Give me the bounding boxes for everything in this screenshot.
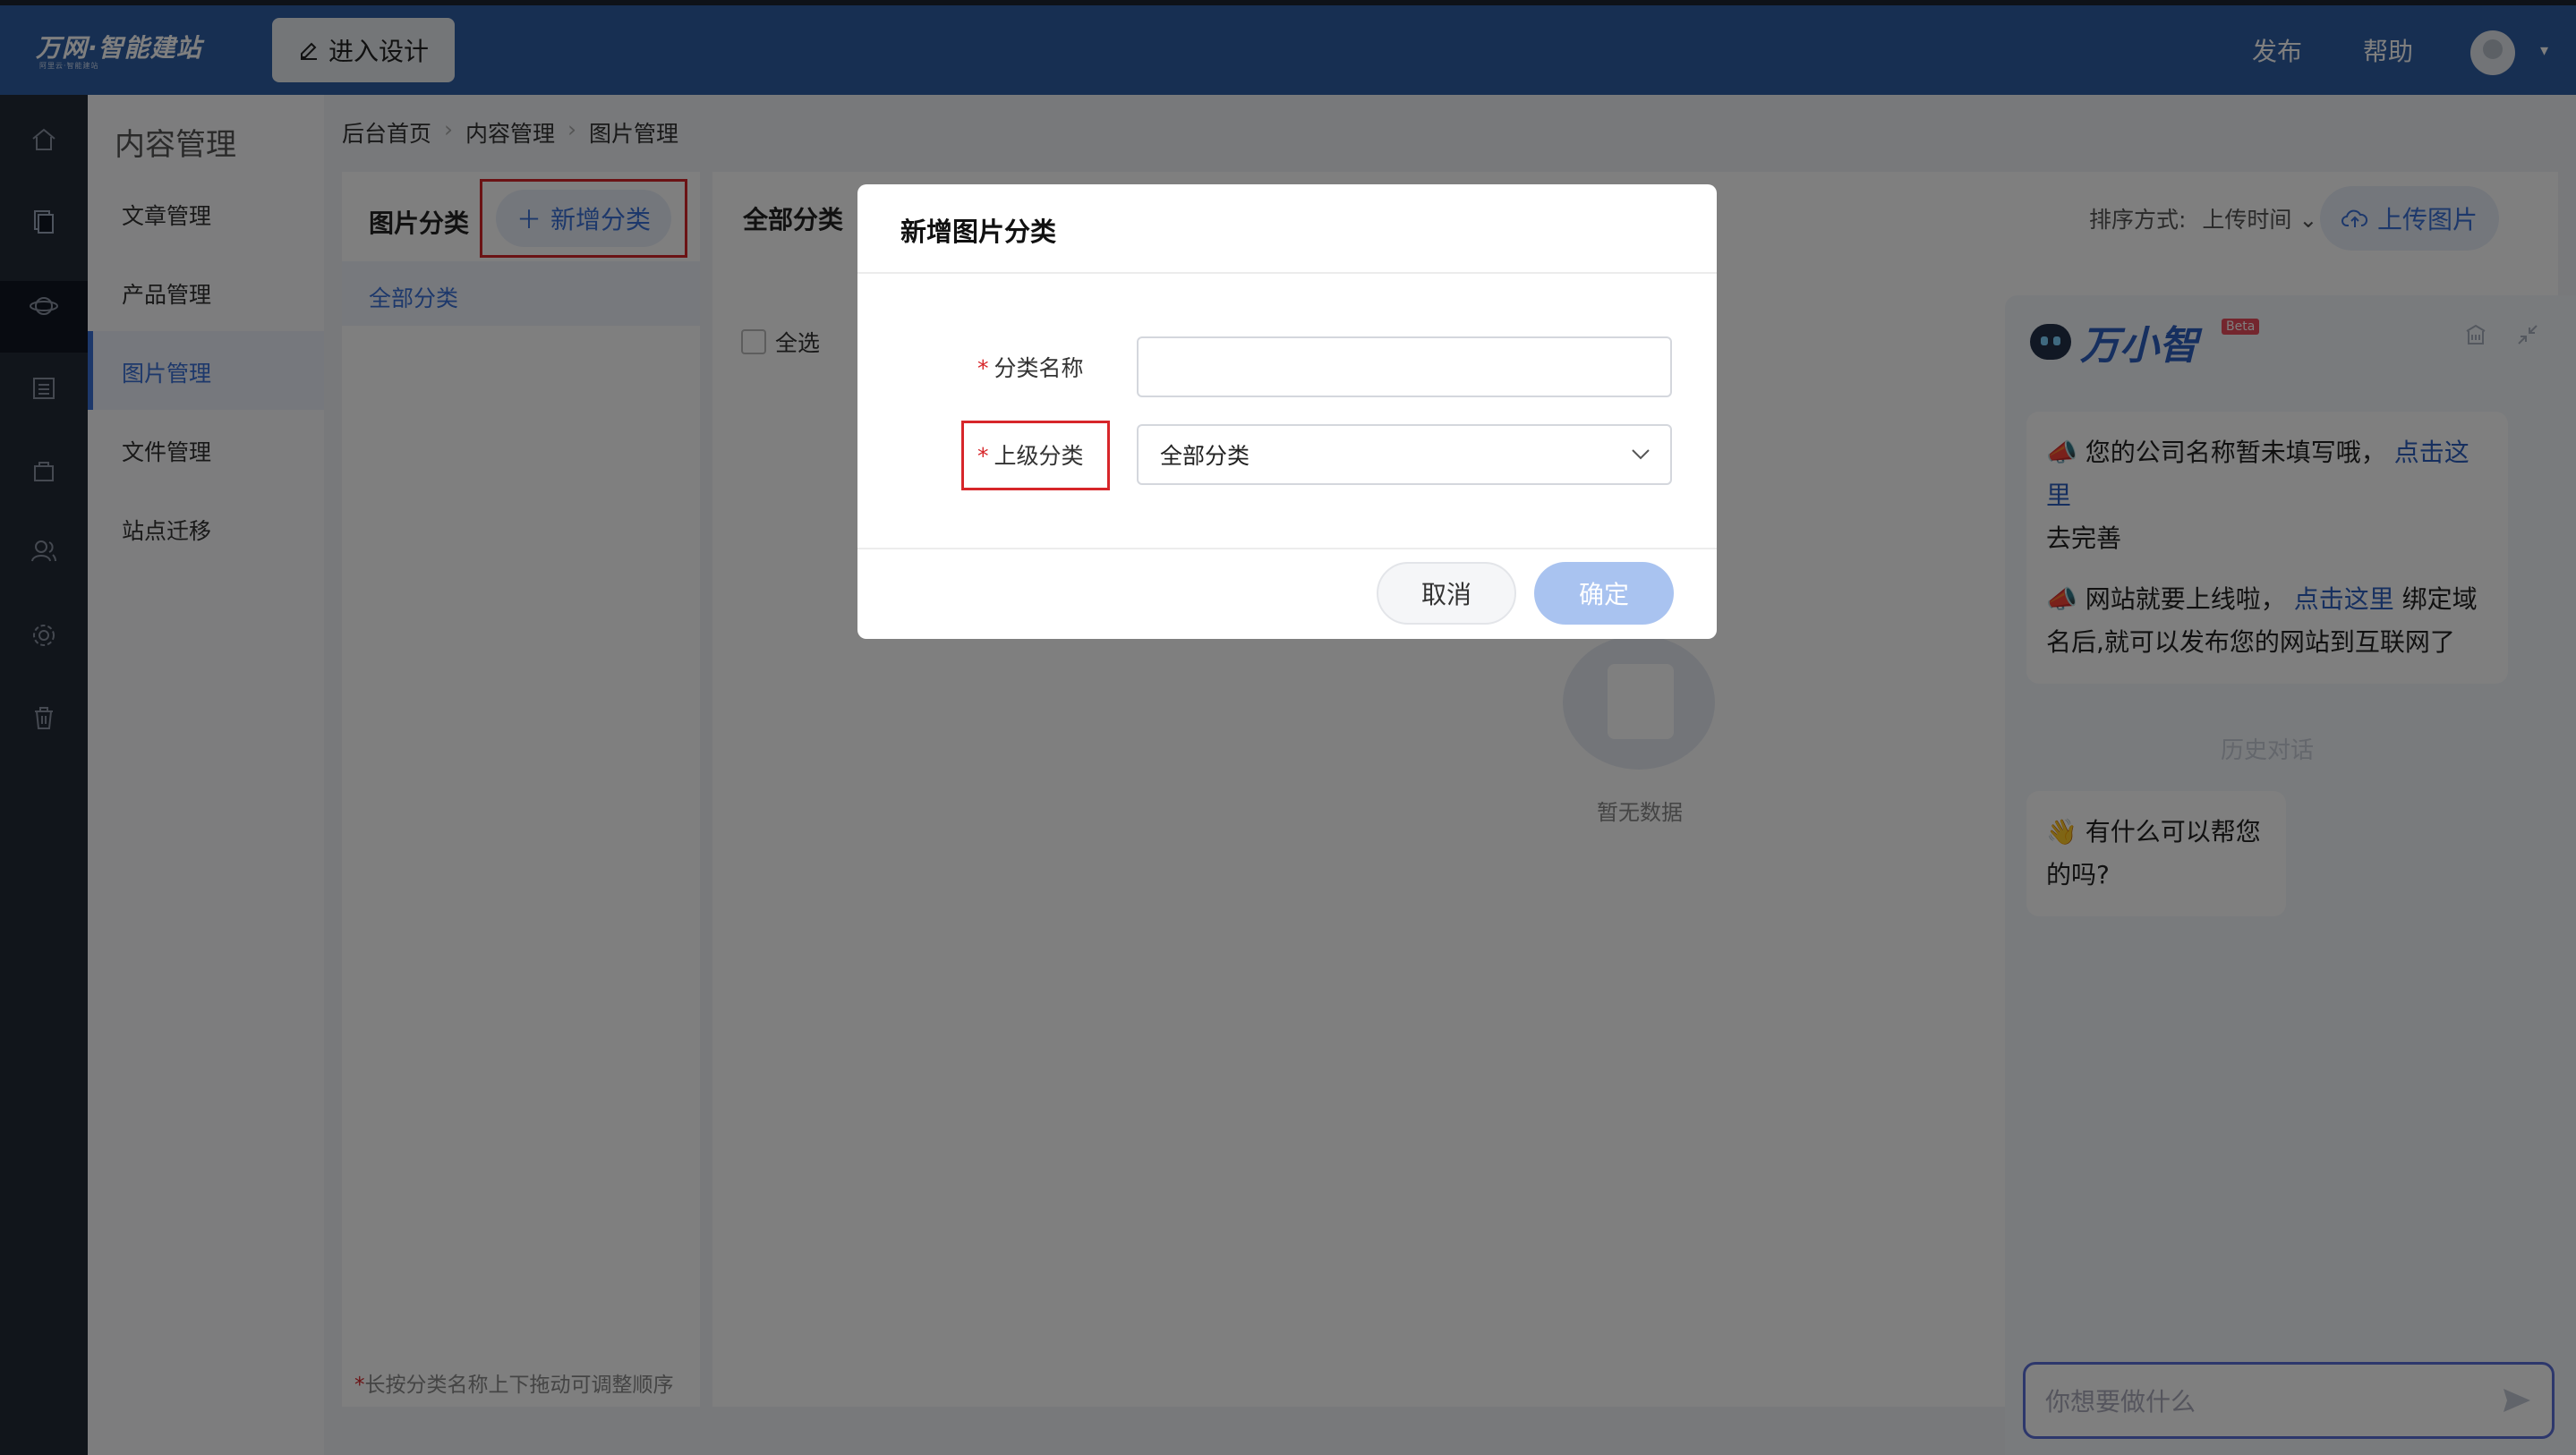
category-name-label: * 分类名称: [977, 351, 1084, 383]
parent-category-value: 全部分类: [1160, 443, 1250, 469]
parent-category-select[interactable]: 全部分类: [1137, 424, 1672, 485]
parent-category-label-text: 上级分类: [994, 443, 1084, 469]
category-name-input[interactable]: [1137, 336, 1672, 397]
chevron-down-icon: [1632, 449, 1650, 460]
add-image-category-dialog: 新增图片分类 * 分类名称 * 上级分类 全部分类 取消 确定: [857, 184, 1717, 639]
dialog-footer-divider: [857, 548, 1717, 549]
dialog-header-divider: [857, 272, 1717, 274]
dialog-title: 新增图片分类: [900, 217, 1057, 247]
parent-category-label: * 上级分类: [977, 438, 1084, 471]
cancel-button[interactable]: 取消: [1377, 562, 1516, 625]
category-name-label-text: 分类名称: [994, 355, 1084, 381]
required-asterisk: *: [977, 443, 989, 469]
required-asterisk: *: [977, 355, 989, 381]
confirm-button[interactable]: 确定: [1534, 562, 1674, 625]
